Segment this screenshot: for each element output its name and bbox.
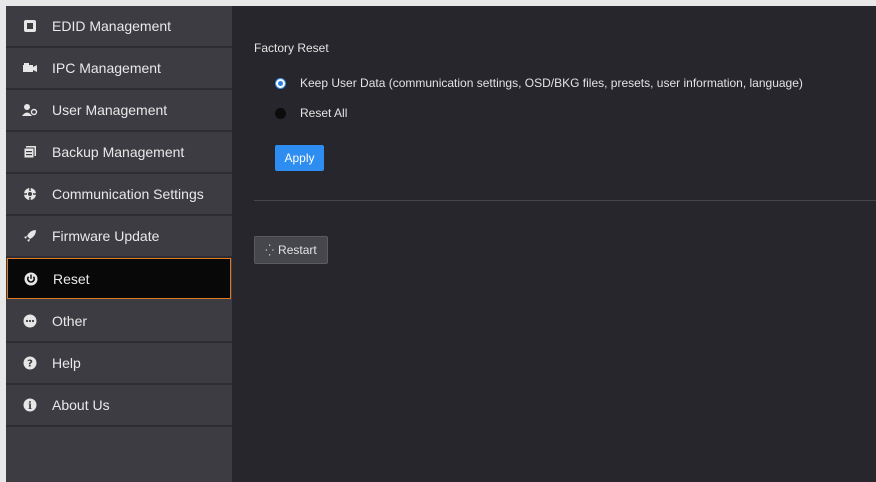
- camera-icon: [22, 60, 38, 76]
- sidebar-item-label: Other: [52, 313, 88, 329]
- option-keep-user-data[interactable]: Keep User Data (communication settings, …: [275, 76, 803, 90]
- radio-unchecked[interactable]: [275, 107, 286, 119]
- sidebar: EDID Management IPC Management User Mana…: [6, 6, 232, 482]
- sidebar-item-label: IPC Management: [52, 60, 161, 76]
- sidebar-item-label: Help: [52, 355, 81, 371]
- sidebar-item-help[interactable]: ? Help: [6, 343, 232, 385]
- backup-icon: [22, 144, 38, 160]
- sidebar-item-edid-management[interactable]: EDID Management: [6, 6, 232, 48]
- option-reset-all[interactable]: Reset All: [275, 106, 347, 120]
- sidebar-item-about-us[interactable]: i About Us: [6, 385, 232, 427]
- sidebar-item-label: EDID Management: [52, 18, 172, 34]
- edid-icon: [22, 18, 38, 34]
- option-label: Keep User Data (communication settings, …: [300, 76, 803, 90]
- sidebar-item-label: About Us: [52, 397, 110, 413]
- svg-text:?: ?: [27, 359, 33, 370]
- restart-label: Restart: [278, 243, 317, 257]
- sidebar-item-label: User Management: [52, 102, 168, 118]
- sidebar-item-ipc-management[interactable]: IPC Management: [6, 48, 232, 90]
- sidebar-item-label: Reset: [53, 270, 90, 287]
- divider: [254, 200, 876, 201]
- apply-button[interactable]: Apply: [275, 145, 324, 171]
- main-panel: Factory Reset Keep User Data (communicat…: [232, 6, 876, 482]
- sidebar-item-backup-management[interactable]: Backup Management: [6, 132, 232, 174]
- sidebar-item-label: Communication Settings: [52, 186, 204, 202]
- radio-checked[interactable]: [275, 77, 286, 89]
- info-icon: i: [22, 397, 38, 413]
- sidebar-item-reset[interactable]: Reset: [7, 258, 231, 299]
- rocket-icon: [22, 228, 38, 244]
- svg-text:i: i: [28, 401, 32, 412]
- sidebar-item-label: Firmware Update: [52, 228, 160, 244]
- sidebar-item-label: Backup Management: [52, 144, 185, 160]
- power-icon: [23, 271, 39, 287]
- other-icon: [22, 313, 38, 329]
- option-label: Reset All: [300, 106, 348, 120]
- app-window: EDID Management IPC Management User Mana…: [0, 0, 876, 482]
- user-icon: [22, 102, 38, 118]
- sidebar-item-communication-settings[interactable]: Communication Settings: [6, 174, 232, 216]
- sidebar-item-firmware-update[interactable]: Firmware Update: [6, 216, 232, 258]
- spinner-icon: ⁛: [265, 244, 275, 257]
- section-title: Factory Reset: [254, 41, 329, 55]
- restart-button[interactable]: ⁛ Restart: [254, 236, 328, 264]
- communication-icon: [22, 186, 38, 202]
- help-icon: ?: [22, 355, 38, 371]
- sidebar-item-other[interactable]: Other: [6, 301, 232, 343]
- sidebar-item-user-management[interactable]: User Management: [6, 90, 232, 132]
